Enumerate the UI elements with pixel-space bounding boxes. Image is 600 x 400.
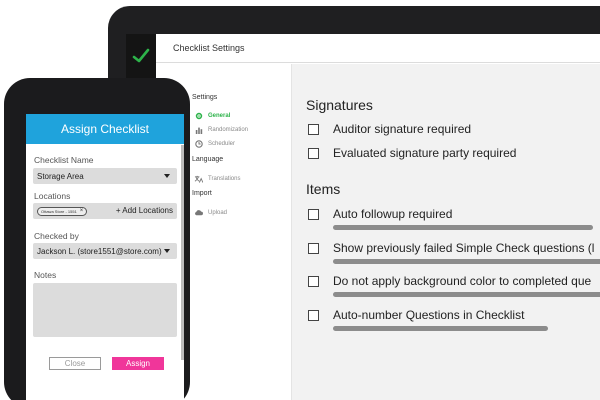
option-auto-followup[interactable]: Auto followup required: [308, 207, 452, 221]
notes-textarea[interactable]: [33, 283, 177, 337]
scrollbar[interactable]: [181, 145, 184, 360]
locations-field[interactable]: Ottawa Store - 1551 × + Add Locations: [33, 203, 177, 219]
clock-icon: [194, 139, 203, 148]
nav-section-settings: Settings: [192, 94, 218, 101]
option-show-failed-questions[interactable]: Show previously failed Simple Check ques…: [308, 241, 594, 255]
location-chip-label: Ottawa Store - 1551: [41, 208, 77, 214]
bar-chart-icon: [194, 125, 203, 134]
location-chip[interactable]: Ottawa Store - 1551 ×: [37, 206, 88, 216]
page-title: Checklist Settings: [173, 43, 245, 53]
nav-item-label: Upload: [208, 209, 228, 216]
checked-by-label: Checked by: [34, 231, 79, 241]
settings-panel: Signatures Auditor signature required Ev…: [292, 64, 600, 400]
gear-icon: [194, 111, 203, 120]
nav-item-label: Translations: [208, 175, 241, 182]
assign-button[interactable]: Assign: [112, 357, 164, 370]
option-evaluated-signature[interactable]: Evaluated signature party required: [308, 146, 516, 160]
description-placeholder-bar: [333, 225, 593, 230]
checkbox[interactable]: [308, 309, 319, 321]
close-button[interactable]: Close: [49, 357, 101, 370]
nav-item-translations[interactable]: Translations: [194, 174, 240, 183]
close-icon[interactable]: ×: [80, 208, 84, 214]
checklist-name-value: Storage Area: [37, 171, 84, 181]
description-placeholder-bar: [333, 292, 600, 297]
description-placeholder-bar: [333, 259, 600, 264]
phone-title: Assign Checklist: [60, 122, 150, 136]
checked-by-select[interactable]: Jackson L. (store1551@store.com): [33, 243, 177, 259]
option-auto-number[interactable]: Auto-number Questions in Checklist: [308, 308, 524, 322]
nav-item-label: Randomization: [208, 126, 249, 133]
option-label: Do not apply background color to complet…: [333, 274, 592, 288]
signatures-heading: Signatures: [306, 97, 373, 113]
option-label: Auditor signature required: [333, 122, 472, 136]
translate-icon: [194, 174, 203, 183]
nav-item-upload[interactable]: Upload: [194, 208, 227, 217]
checkbox[interactable]: [308, 208, 319, 220]
nav-section-language: Language: [192, 156, 224, 163]
add-locations-button[interactable]: + Add Locations: [116, 206, 173, 215]
locations-label: Locations: [34, 191, 71, 201]
items-heading: Items: [306, 181, 341, 197]
app-header: Checklist Settings: [156, 34, 600, 63]
option-label: Auto-number Questions in Checklist: [333, 308, 525, 322]
checkbox[interactable]: [308, 123, 319, 135]
checkbox[interactable]: [308, 275, 319, 287]
option-label: Evaluated signature party required: [333, 146, 517, 160]
nav-item-general[interactable]: General: [194, 111, 230, 120]
nav-item-label: Scheduler: [208, 140, 236, 147]
checklist-name-select[interactable]: Storage Area: [33, 168, 177, 184]
description-placeholder-bar: [333, 326, 548, 331]
notes-label: Notes: [34, 270, 57, 280]
chevron-down-icon: [164, 174, 170, 178]
settings-nav: Settings General Randomization Scheduler: [186, 64, 292, 400]
option-no-background-color[interactable]: Do not apply background color to complet…: [308, 274, 591, 288]
phone-screen: Assign Checklist Checklist Name Storage …: [26, 114, 184, 400]
checkbox[interactable]: [308, 147, 319, 159]
chevron-down-icon: [164, 249, 170, 253]
nav-item-randomization[interactable]: Randomization: [194, 125, 248, 134]
checkbox[interactable]: [308, 242, 319, 254]
option-label: Auto followup required: [333, 207, 453, 221]
nav-item-scheduler[interactable]: Scheduler: [194, 139, 235, 148]
phone-frame: Assign Checklist Checklist Name Storage …: [4, 78, 190, 400]
laptop-screen: Checklist Settings Settings General Rand…: [126, 34, 600, 400]
option-auditor-signature[interactable]: Auditor signature required: [308, 122, 471, 136]
nav-item-label: General: [208, 112, 231, 119]
option-label: Show previously failed Simple Check ques…: [333, 241, 595, 255]
checklist-name-label: Checklist Name: [34, 155, 94, 165]
nav-section-import: Import: [192, 190, 212, 197]
checked-by-value: Jackson L. (store1551@store.com): [37, 246, 162, 256]
cloud-upload-icon: [194, 208, 203, 217]
checkmark-icon[interactable]: [128, 40, 154, 72]
assign-checklist-header: Assign Checklist: [26, 114, 184, 144]
